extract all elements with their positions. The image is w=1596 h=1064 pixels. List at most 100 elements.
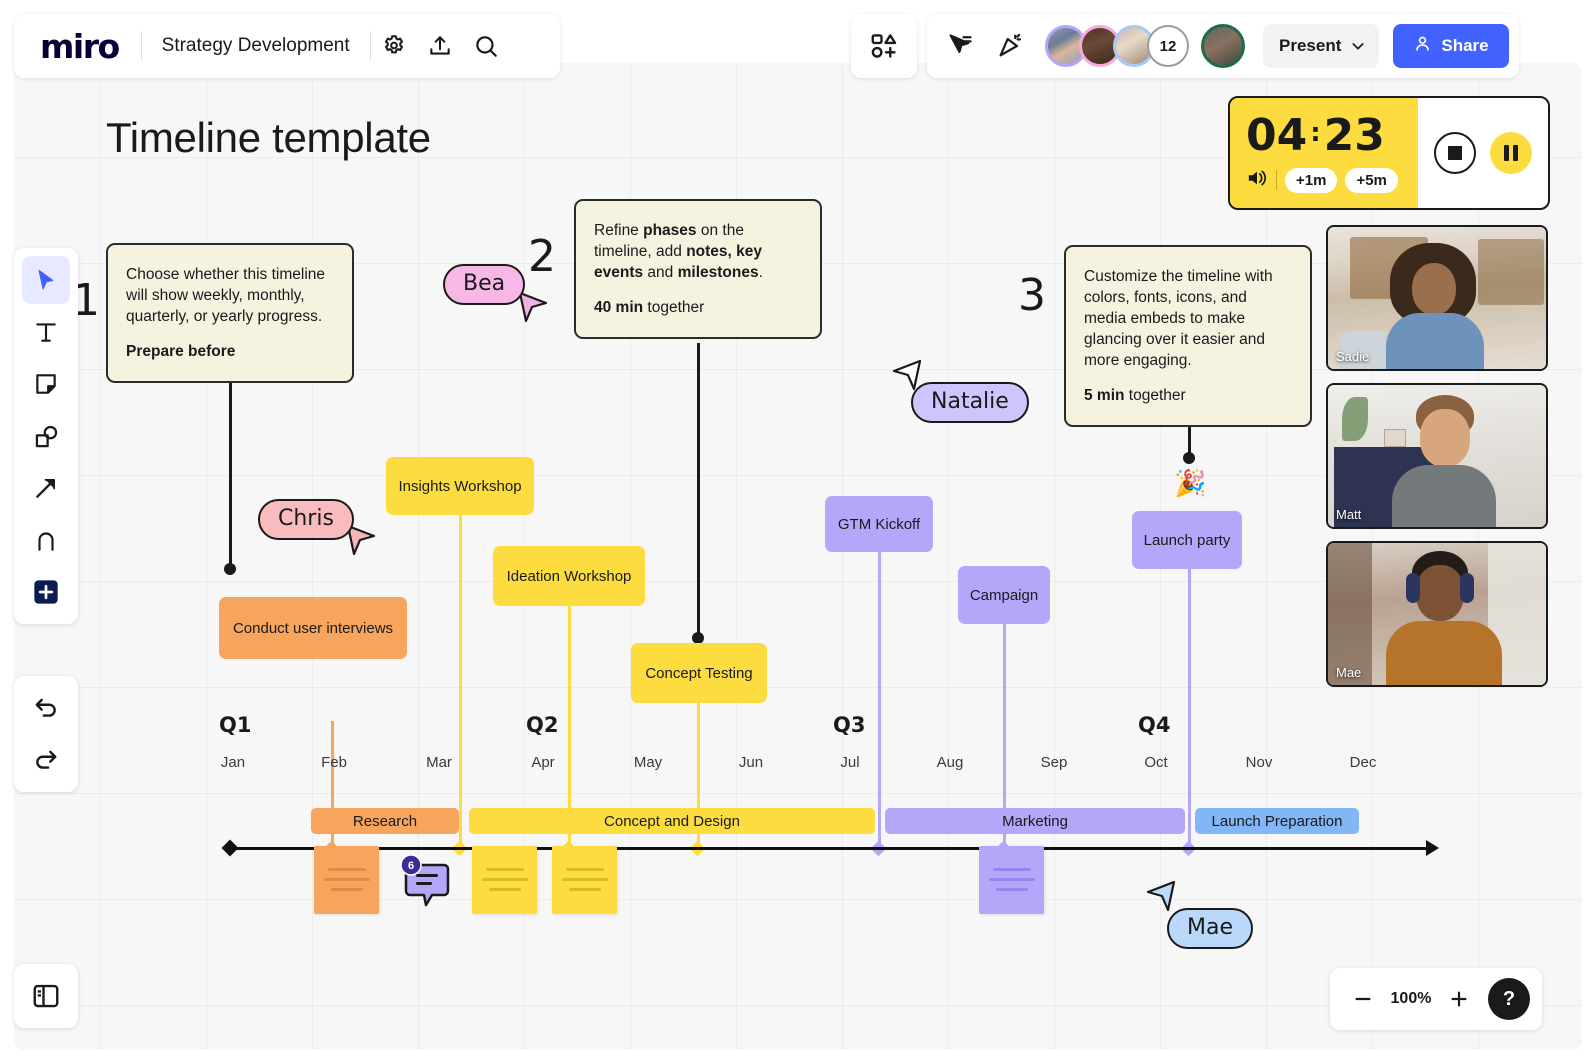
timer-seconds: 23 bbox=[1323, 109, 1385, 161]
phase-bar-research[interactable]: Research bbox=[311, 808, 459, 834]
milestone-label: GTM Kickoff bbox=[837, 515, 921, 533]
timer-controls-row: +1m +5m bbox=[1246, 167, 1418, 193]
comment-count: 6 bbox=[408, 860, 414, 872]
video-participant-name: Mae bbox=[1336, 665, 1362, 680]
cursor-label-chris: Chris bbox=[258, 499, 354, 540]
instruction-card-1[interactable]: Choose whether this timeline will show w… bbox=[106, 243, 354, 383]
sticky-note-2[interactable] bbox=[472, 846, 537, 914]
timer-minutes: 04 bbox=[1246, 109, 1308, 161]
speaker-icon[interactable] bbox=[1246, 168, 1268, 193]
select-tool[interactable] bbox=[22, 256, 70, 304]
instruction-card-3-body: Customize the timeline with colors, font… bbox=[1084, 268, 1273, 369]
share-button[interactable]: Share bbox=[1393, 24, 1509, 68]
milestone-stem-gtm bbox=[878, 550, 881, 849]
text-tool[interactable] bbox=[22, 308, 70, 356]
month-label-oct: Oct bbox=[1144, 754, 1168, 771]
milestone-label: Ideation Workshop bbox=[506, 567, 632, 585]
upload-icon[interactable] bbox=[417, 23, 463, 69]
milestone-label: Launch party bbox=[1143, 531, 1231, 549]
video-participant-name: Sadie bbox=[1336, 349, 1370, 364]
phase-bar-marketing[interactable]: Marketing bbox=[885, 808, 1185, 834]
phase-bar-concept-and-design[interactable]: Concept and Design bbox=[469, 808, 875, 834]
quarter-label-q3: Q3 bbox=[833, 713, 866, 737]
milestone-label: Conduct user interviews bbox=[232, 619, 394, 637]
shapes-add-button[interactable] bbox=[851, 14, 917, 78]
phase-label: Concept and Design bbox=[604, 812, 740, 830]
top-bar-left: miro Strategy Development bbox=[14, 14, 560, 78]
timer-pause-button[interactable] bbox=[1490, 132, 1532, 174]
miro-board-app: Timeline template 1 2 3 Choose whether t… bbox=[0, 0, 1596, 1064]
card2-t4: . bbox=[758, 263, 763, 281]
milestone-card-concept-testing[interactable]: Concept Testing bbox=[631, 643, 767, 703]
redo-button[interactable] bbox=[22, 736, 70, 784]
video-tile-sadie[interactable]: Sadie bbox=[1326, 225, 1548, 371]
milestone-card-ideation-workshop[interactable]: Ideation Workshop bbox=[493, 546, 645, 606]
milestone-card-launch-party[interactable]: Launch party bbox=[1132, 511, 1242, 569]
milestone-label: Concept Testing bbox=[645, 664, 753, 682]
zoom-in-button[interactable] bbox=[1442, 982, 1476, 1016]
help-button[interactable]: ? bbox=[1488, 978, 1530, 1020]
sticky-note-1[interactable] bbox=[314, 846, 379, 914]
timer-digits: 04 : 23 bbox=[1246, 109, 1418, 161]
milestone-card-conduct-user-interviews[interactable]: Conduct user interviews bbox=[219, 597, 407, 659]
card3-footer-bold: 5 min bbox=[1084, 386, 1125, 404]
comment-pin[interactable]: 6 bbox=[400, 854, 450, 907]
sticky-note-3[interactable] bbox=[552, 846, 617, 914]
connector-line-1 bbox=[229, 383, 232, 569]
left-toolbar bbox=[14, 248, 78, 624]
timer-display: 04 : 23 +1m +5m bbox=[1230, 98, 1418, 208]
timer-add-5m-button[interactable]: +5m bbox=[1345, 167, 1398, 193]
undo-button[interactable] bbox=[22, 684, 70, 732]
divider bbox=[1276, 170, 1277, 190]
instruction-card-1-body: Choose whether this timeline will show w… bbox=[126, 266, 326, 325]
sticky-note-4[interactable] bbox=[979, 846, 1044, 914]
zoom-level[interactable]: 100% bbox=[1388, 990, 1434, 1008]
select-tools-icon[interactable] bbox=[937, 23, 983, 69]
connector-dot-1 bbox=[224, 563, 236, 575]
sticky-note-tool[interactable] bbox=[22, 360, 70, 408]
collaborator-count-badge[interactable]: 12 bbox=[1147, 25, 1189, 67]
zoom-out-button[interactable] bbox=[1346, 982, 1380, 1016]
video-tile-matt[interactable]: Matt bbox=[1326, 383, 1548, 529]
miro-logo[interactable]: miro bbox=[14, 27, 141, 66]
month-label-apr: Apr bbox=[531, 754, 555, 771]
share-label: Share bbox=[1441, 36, 1489, 55]
card2-b3: milestones bbox=[677, 263, 759, 281]
card2-footer-bold: 40 min bbox=[594, 298, 644, 316]
pen-tool[interactable] bbox=[22, 516, 70, 564]
connector-tool[interactable] bbox=[22, 464, 70, 512]
instruction-card-3[interactable]: Customize the timeline with colors, font… bbox=[1064, 245, 1312, 427]
party-popper-icon: 🎉 bbox=[1174, 468, 1207, 498]
cursor-label-mae: Mae bbox=[1167, 908, 1253, 949]
connector-line-2 bbox=[697, 343, 700, 637]
collaborator-avatars[interactable]: 12 bbox=[1045, 24, 1245, 68]
phase-bar-launch-preparation[interactable]: Launch Preparation bbox=[1195, 808, 1359, 834]
phase-label: Research bbox=[352, 812, 418, 830]
board-title[interactable]: Strategy Development bbox=[142, 35, 370, 57]
month-label-jul: Jul bbox=[840, 754, 860, 771]
video-tile-mae[interactable]: Mae bbox=[1326, 541, 1548, 687]
quarter-label-q2: Q2 bbox=[526, 713, 559, 737]
month-label-may: May bbox=[633, 754, 663, 771]
cursor-label-natalie: Natalie bbox=[911, 382, 1029, 423]
shapes-tool[interactable] bbox=[22, 412, 70, 460]
step-number-3: 3 bbox=[1018, 270, 1046, 321]
gear-icon[interactable] bbox=[371, 23, 417, 69]
reactions-icon[interactable] bbox=[987, 23, 1033, 69]
user-icon bbox=[1413, 34, 1432, 58]
quarter-label-q4: Q4 bbox=[1138, 713, 1171, 737]
chevron-down-icon[interactable] bbox=[1341, 38, 1375, 54]
milestone-card-campaign[interactable]: Campaign bbox=[958, 566, 1050, 624]
present-button[interactable]: Present bbox=[1263, 24, 1380, 68]
open-panel-button[interactable] bbox=[14, 964, 78, 1028]
timer-stop-button[interactable] bbox=[1434, 132, 1476, 174]
month-label-aug: Aug bbox=[936, 754, 964, 771]
milestone-card-gtm-kickoff[interactable]: GTM Kickoff bbox=[825, 496, 933, 552]
more-apps-tool[interactable] bbox=[22, 568, 70, 616]
session-timer[interactable]: 04 : 23 +1m +5m bbox=[1228, 96, 1550, 210]
milestone-card-insights-workshop[interactable]: Insights Workshop bbox=[386, 457, 534, 515]
timer-add-1m-button[interactable]: +1m bbox=[1285, 167, 1338, 193]
search-icon[interactable] bbox=[463, 23, 509, 69]
avatar-current-user[interactable] bbox=[1201, 24, 1245, 68]
instruction-card-2[interactable]: Refine phases on the timeline, add notes… bbox=[574, 199, 822, 339]
